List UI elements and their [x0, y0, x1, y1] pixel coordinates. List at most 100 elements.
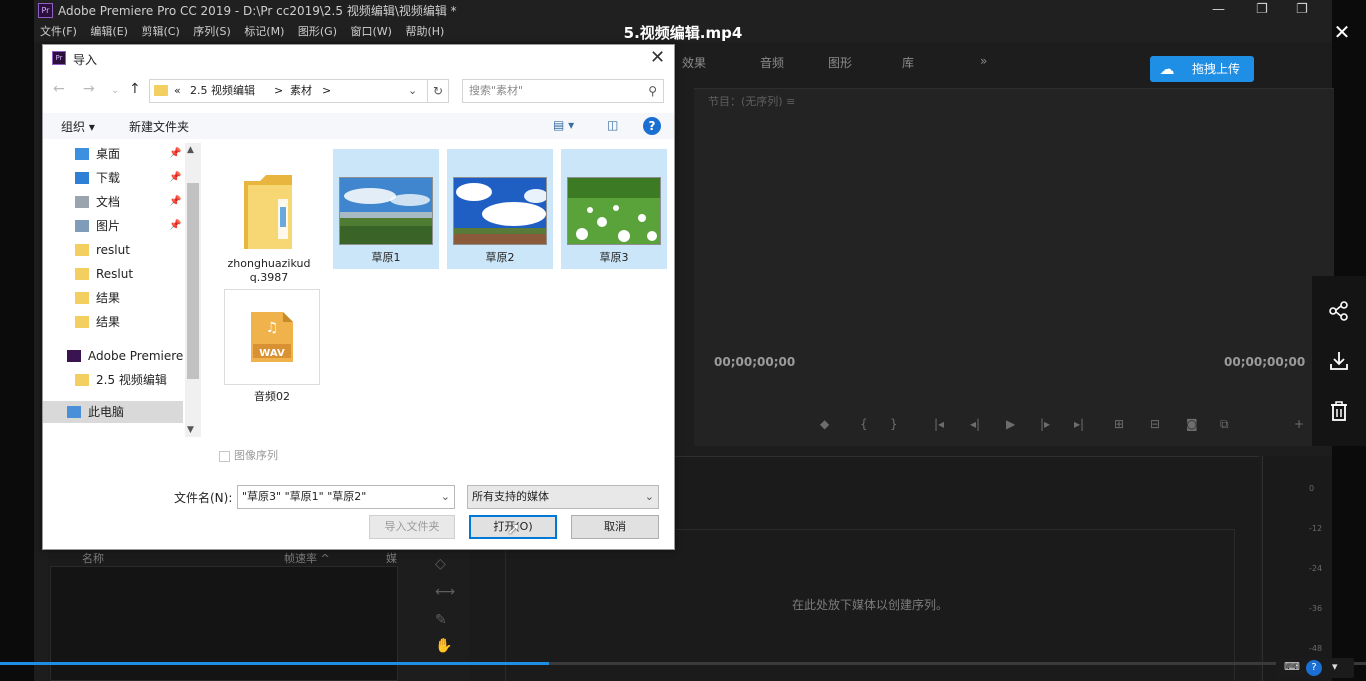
- tab-audio[interactable]: 音频: [760, 54, 784, 71]
- marker-icon[interactable]: ◆: [820, 417, 829, 431]
- image-sequence-label: 图像序列: [234, 449, 278, 462]
- chevron-down-icon[interactable]: ⌄: [645, 486, 654, 508]
- timecode-current[interactable]: 00;00;00;00: [714, 355, 795, 369]
- maximize-icon[interactable]: ❐: [1256, 0, 1268, 20]
- view-options-icon[interactable]: ▤ ▾: [553, 118, 574, 132]
- breadcrumb-folder[interactable]: 2.5 视频编辑: [190, 80, 255, 102]
- video-progress-bar[interactable]: [0, 662, 1366, 665]
- breadcrumb-folder[interactable]: 素材: [290, 80, 312, 102]
- chevron-down-icon[interactable]: ⌄: [441, 486, 450, 508]
- tab-more[interactable]: »: [980, 54, 987, 68]
- nav-item[interactable]: reslut: [43, 239, 183, 261]
- back-arrow-icon[interactable]: ←: [53, 81, 65, 97]
- help-icon[interactable]: ?: [643, 117, 661, 135]
- nav-item[interactable]: 桌面 📌: [43, 143, 183, 165]
- nav-item[interactable]: 此电脑: [43, 401, 183, 423]
- hand-tool-icon[interactable]: ✋: [435, 638, 452, 654]
- pin-icon[interactable]: 📌: [169, 191, 181, 213]
- search-input[interactable]: 搜索"素材" ⚲: [462, 79, 664, 103]
- up-arrow-icon[interactable]: ↑: [129, 81, 141, 97]
- upload-button[interactable]: ☁ 拖拽上传: [1150, 56, 1254, 82]
- dialog-close-icon[interactable]: ✕: [650, 47, 665, 68]
- scrollbar-thumb[interactable]: [187, 183, 199, 379]
- nav-item[interactable]: 下载 📌: [43, 167, 183, 189]
- file-name: 音频02: [254, 390, 290, 403]
- program-monitor-label[interactable]: 节目：(无序列) ≡: [708, 93, 795, 109]
- dialog-title-bar: Pr 导入 ✕: [43, 45, 674, 73]
- step-forward-icon[interactable]: |▸: [1040, 417, 1050, 431]
- scroll-down-icon[interactable]: ▼: [187, 425, 194, 435]
- breadcrumb-sep[interactable]: >: [322, 80, 331, 102]
- nav-item[interactable]: Reslut: [43, 263, 183, 285]
- step-back-icon[interactable]: ◂|: [970, 417, 980, 431]
- import-folder-button[interactable]: 导入文件夹: [369, 515, 455, 539]
- keyboard-icon[interactable]: ⌨: [1284, 660, 1300, 673]
- dropdown-icon[interactable]: ▾: [1332, 660, 1338, 673]
- close-icon[interactable]: ✕: [1330, 20, 1354, 44]
- file-name: 草原3: [599, 251, 629, 264]
- minimize-icon[interactable]: —: [1212, 0, 1225, 20]
- trash-icon[interactable]: [1324, 400, 1354, 430]
- recent-dropdown-icon[interactable]: ⌄: [111, 85, 119, 96]
- help-icon[interactable]: ?: [1306, 660, 1322, 676]
- extract-icon[interactable]: ⊟: [1150, 417, 1160, 431]
- share-icon[interactable]: [1324, 300, 1354, 330]
- tab-effects[interactable]: 效果: [682, 54, 706, 71]
- go-to-in-icon[interactable]: |◂: [934, 417, 944, 431]
- tab-libraries[interactable]: 库: [902, 54, 914, 71]
- sequence-drop-area[interactable]: 在此处放下媒体以创建序列。: [505, 529, 1235, 681]
- image-sequence-checkbox[interactable]: 图像序列: [219, 447, 278, 463]
- address-dropdown-icon[interactable]: ⌄: [408, 80, 417, 102]
- nav-item[interactable]: Adobe Premiere: [43, 345, 185, 367]
- nav-item-label: 图片: [96, 219, 121, 233]
- mark-in-icon[interactable]: {: [860, 417, 868, 431]
- pin-icon[interactable]: 📌: [169, 143, 181, 165]
- pin-icon[interactable]: 📌: [169, 167, 181, 189]
- go-to-out-icon[interactable]: ▸|: [1074, 417, 1084, 431]
- file-tile-image[interactable]: 草原2: [447, 149, 553, 269]
- mark-out-icon[interactable]: }: [890, 417, 898, 431]
- mouse-cursor-icon: ➚: [507, 519, 521, 538]
- restore-icon[interactable]: ❐: [1296, 0, 1308, 20]
- nav-item[interactable]: 文档 📌: [43, 191, 183, 213]
- nav-item[interactable]: 结果: [43, 287, 183, 309]
- file-tile-image[interactable]: 草原1: [333, 149, 439, 269]
- pen-tool-icon[interactable]: ✎: [435, 612, 447, 628]
- preview-pane-icon[interactable]: ◫: [607, 118, 618, 132]
- lift-icon[interactable]: ⊞: [1114, 417, 1124, 431]
- checkbox-box[interactable]: [219, 450, 230, 462]
- col-media[interactable]: 媒: [386, 550, 397, 566]
- filetype-select[interactable]: 所有支持的媒体 ⌄: [467, 485, 659, 509]
- col-name[interactable]: 名称: [82, 550, 104, 566]
- breadcrumb-overflow[interactable]: «: [174, 80, 181, 102]
- play-icon[interactable]: ▶: [1006, 417, 1015, 431]
- slip-tool-icon[interactable]: ◇: [435, 556, 446, 572]
- file-tile-folder[interactable]: zhonghuazikud q.3987: [216, 149, 322, 289]
- organize-button[interactable]: 组织 ▾: [61, 118, 95, 135]
- track-select-icon[interactable]: ⟷: [435, 584, 455, 600]
- col-framerate[interactable]: 帧速率 ^: [284, 550, 330, 566]
- scroll-up-icon[interactable]: ▲: [187, 145, 194, 155]
- nav-item[interactable]: 结果: [43, 311, 183, 333]
- camera-icon[interactable]: ◙: [1186, 417, 1198, 431]
- forward-arrow-icon[interactable]: →: [83, 81, 95, 97]
- nav-item-label: reslut: [96, 243, 130, 257]
- navigation-scrollbar[interactable]: ▲ ▼: [185, 143, 201, 437]
- nav-item[interactable]: 2.5 视频编辑: [43, 369, 183, 391]
- download-icon[interactable]: [1324, 350, 1354, 380]
- tab-graphics[interactable]: 图形: [828, 54, 852, 71]
- file-tile-audio[interactable]: ♫ WAV 音频02: [224, 289, 320, 403]
- file-tile-image[interactable]: 草原3: [561, 149, 667, 269]
- new-folder-button[interactable]: 新建文件夹: [129, 118, 189, 135]
- compare-icon[interactable]: ⧉: [1220, 417, 1229, 432]
- computer-icon: [67, 406, 81, 418]
- breadcrumb-sep[interactable]: >: [274, 80, 283, 102]
- add-button-icon[interactable]: +: [1294, 417, 1304, 431]
- filename-input[interactable]: "草原3" "草原1" "草原2" ⌄: [237, 485, 455, 509]
- premiere-icon: [67, 350, 81, 362]
- address-bar[interactable]: « 2.5 视频编辑 > 素材 > ⌄: [149, 79, 449, 103]
- refresh-icon[interactable]: ↻: [427, 79, 449, 103]
- pin-icon[interactable]: 📌: [169, 215, 181, 237]
- cancel-button[interactable]: 取消: [571, 515, 659, 539]
- nav-item[interactable]: 图片 📌: [43, 215, 183, 237]
